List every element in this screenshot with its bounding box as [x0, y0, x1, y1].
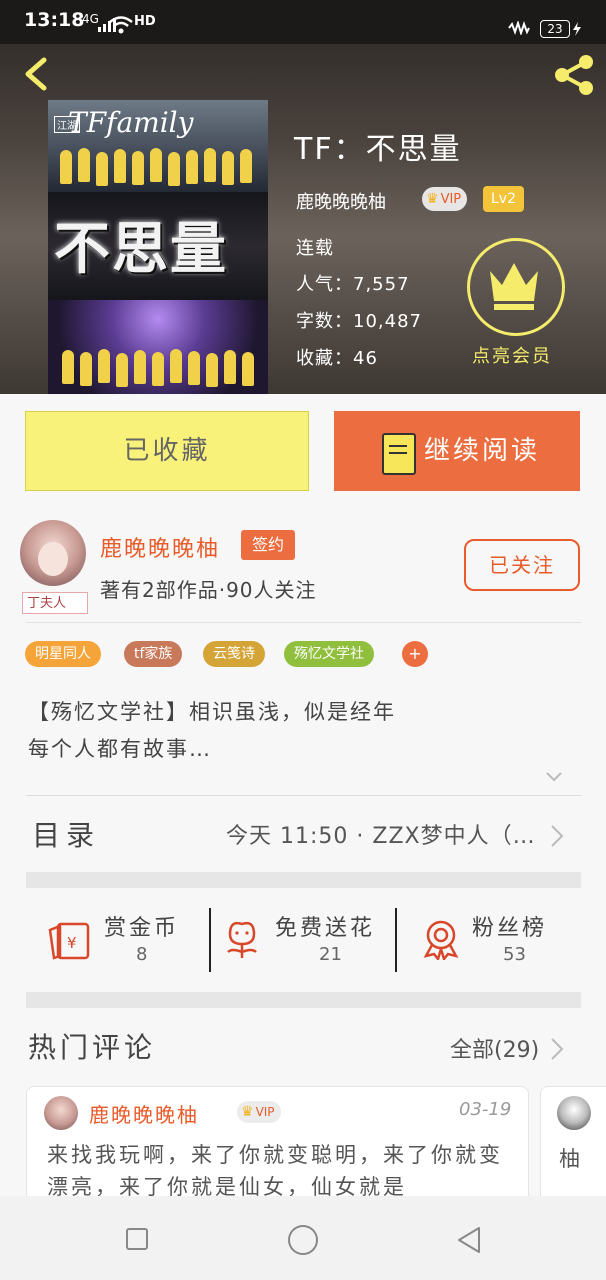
all-comments-link[interactable]: 全部(29): [450, 1032, 539, 1064]
cover-title: 不思量: [54, 216, 228, 282]
catalog-latest-chapter: 今天 11:50 · ZZX梦中人（…: [226, 824, 536, 849]
charging-icon: [573, 22, 581, 36]
catalog-label: 目录: [32, 819, 101, 852]
tag-chip[interactable]: 明星同人: [25, 641, 101, 667]
add-tag-button[interactable]: +: [402, 641, 428, 667]
book-author[interactable]: 鹿晚晚晚柚: [296, 188, 386, 214]
battery-icon: 23: [540, 20, 570, 38]
vip-badge: ♛ VIP: [422, 187, 468, 211]
commenter-name: 柚: [559, 1147, 580, 1171]
medal-icon: [423, 920, 459, 960]
red-envelope-icon: ¥: [48, 922, 90, 960]
crown-icon: ♛: [426, 191, 439, 207]
tag-chip[interactable]: 殇忆文学社: [284, 641, 374, 667]
stat-value: 53: [503, 944, 526, 965]
crown-icon: ♛: [241, 1104, 254, 1120]
stat-separator: [395, 908, 397, 972]
system-back-icon[interactable]: [455, 1225, 485, 1255]
stat-value: 21: [319, 944, 342, 965]
wifi-icon: [109, 16, 133, 34]
tag-chip[interactable]: 云笺诗: [203, 641, 265, 667]
author-name[interactable]: 鹿晚晚晚柚: [100, 531, 220, 563]
book-title: TF：不思量: [294, 132, 462, 167]
book-cover[interactable]: 江湖 TFfamily 不思量: [48, 100, 268, 394]
status-time: 13:18: [24, 9, 85, 31]
share-icon[interactable]: [550, 54, 596, 96]
book-word-count: 字数：10,487: [296, 311, 422, 332]
comment-date: 03-19: [459, 1099, 512, 1120]
book-popularity: 人气：7,557: [296, 274, 410, 295]
author-summary: 著有2部作品·90人关注: [100, 578, 317, 602]
cover-logo: TFfamily: [68, 106, 194, 139]
status-bar: 13:18 4G HD 23: [0, 0, 606, 44]
favorite-button[interactable]: 已收藏: [25, 411, 309, 491]
section-divider: [26, 872, 581, 888]
level-badge: Lv2: [483, 186, 524, 212]
member-label[interactable]: 点亮会员: [472, 342, 552, 368]
tag-chip[interactable]: tf家族: [124, 641, 183, 667]
divider: [26, 622, 581, 623]
commenter-name[interactable]: 鹿晚晚晚柚: [89, 1099, 199, 1128]
chevron-right-icon[interactable]: [550, 1037, 564, 1061]
stat-separator: [209, 908, 211, 972]
book-favorites: 收藏：46: [296, 348, 378, 369]
continue-reading-label: 继续阅读: [424, 436, 541, 466]
book-icon: [382, 433, 416, 475]
avatar-tag: 丁夫人: [22, 592, 88, 614]
chevron-down-icon[interactable]: [545, 768, 563, 786]
vip-badge: ♛ VIP: [237, 1101, 281, 1123]
continue-reading-button[interactable]: 继续阅读: [334, 411, 580, 491]
author-avatar[interactable]: [20, 520, 86, 586]
follow-button[interactable]: 已关注: [464, 539, 580, 591]
section-divider: [26, 992, 581, 1008]
book-status: 连载: [296, 238, 334, 259]
description-line: 【殇忆文学社】相识虽浅，似是经年: [28, 700, 396, 724]
flower-icon: [227, 921, 257, 958]
commenter-avatar[interactable]: [44, 1096, 78, 1130]
svg-text:¥: ¥: [67, 934, 77, 952]
stat-label: 免费送花: [275, 916, 376, 941]
hd-icon: HD: [134, 14, 156, 29]
signal-icon: 4G: [82, 12, 99, 26]
hot-comments-title: 热门评论: [28, 1031, 157, 1064]
vibrate-icon: [508, 21, 530, 35]
signed-badge: 签约: [241, 530, 295, 560]
back-arrow-icon[interactable]: [18, 56, 54, 92]
home-button[interactable]: [288, 1225, 318, 1255]
comment-text: 来找我玩啊，来了你就变聪明，来了你就变漂亮，来了你就是仙女，仙女就是: [47, 1143, 503, 1199]
stat-label: 赏金币: [104, 916, 180, 941]
description-line: 每个人都有故事…: [28, 737, 212, 761]
crown-icon: [490, 263, 538, 310]
commenter-avatar[interactable]: [557, 1096, 591, 1130]
stat-label: 粉丝榜: [472, 916, 548, 941]
stat-value: 8: [136, 944, 148, 965]
recent-apps-button[interactable]: [126, 1228, 148, 1250]
chevron-right-icon: [551, 825, 564, 847]
member-button[interactable]: [467, 238, 565, 336]
